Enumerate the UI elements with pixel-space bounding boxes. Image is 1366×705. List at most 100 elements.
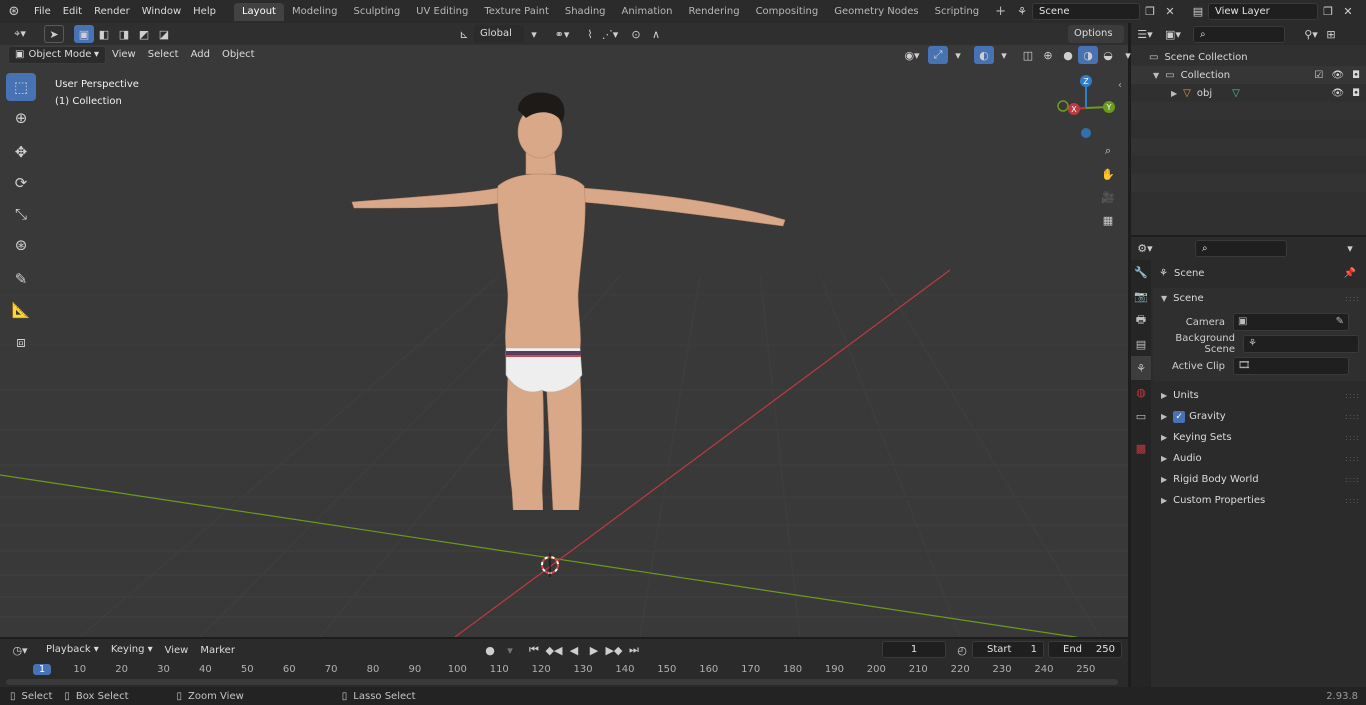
tab-scripting[interactable]: Scripting [927,3,987,21]
remove-view-layer-icon[interactable]: ✕ [1338,2,1358,20]
proportional-edit-icon[interactable]: ⊙ [626,25,646,43]
expand-arrow-icon[interactable]: ▶ [1171,89,1177,98]
human-model[interactable] [330,90,810,510]
drag-handle-icon[interactable]: :::: [1345,385,1360,406]
eyedropper-icon[interactable]: ✎ [1336,314,1344,330]
view-layer-tab-icon[interactable]: ▤ [1131,332,1151,356]
gizmo-toggle-icon[interactable]: ⤢ [928,46,948,64]
annotate-tool-icon[interactable]: ✎ [6,265,36,293]
tab-compositing[interactable]: Compositing [748,3,827,21]
menu-add[interactable]: Add [185,45,216,65]
chevron-down-icon[interactable]: ▾ [948,46,968,64]
select-new-icon[interactable]: ▣ [74,25,94,43]
scale-tool-icon[interactable]: ⤡ [6,200,36,228]
menu-select[interactable]: Select [142,45,185,65]
panel-rigid-body-world[interactable]: ▶ Rigid Body World :::: [1153,469,1366,490]
camera-render-icon[interactable]: ◘ [1352,70,1360,81]
background-scene-field[interactable]: ⚘ [1243,335,1359,353]
outliner-row-collection[interactable]: ▼ ▭ Collection ☑ 👁 ◘ [1131,66,1366,84]
timeline-ruler[interactable]: 1 10 20 30 40 50 60 70 80 90 100 110 120 130 140 150 160… [0,661,1128,687]
panel-keying-sets[interactable]: ▶ Keying Sets :::: [1153,427,1366,448]
properties-search-input[interactable]: ⌕ [1195,239,1287,257]
timeline-scrollbar[interactable] [6,679,1118,685]
navigation-gizmo[interactable]: Z Y X [1052,72,1122,142]
orientation-icon[interactable]: ⊾ [454,25,474,43]
camera-render-icon[interactable]: ◘ [1352,88,1360,99]
menu-file[interactable]: File [28,0,57,23]
play-icon[interactable]: ▶ [584,641,604,659]
select-intersect-icon[interactable]: ◪ [154,25,174,43]
play-reverse-icon[interactable]: ◀ [564,641,584,659]
menu-view[interactable]: View [106,45,142,65]
pin-icon[interactable]: 📌 [1344,268,1356,279]
measure-tool-icon[interactable]: 📐 [6,296,36,324]
render-tab-icon[interactable]: 📷 [1131,284,1151,308]
orientation-dropdown[interactable]: Global [474,25,524,43]
display-mode-icon[interactable]: ▣▾ [1163,25,1183,43]
zoom-icon[interactable]: ⌕ [1098,142,1118,160]
menu-timeline-view[interactable]: View [159,639,195,662]
pan-hand-icon[interactable]: ✋ [1098,165,1118,183]
end-frame-field[interactable]: End 250 [1048,641,1122,658]
properties-editor-icon[interactable]: ⚙▾ [1135,239,1155,257]
select-box-tool-icon[interactable]: ⬚ [6,73,36,101]
new-view-layer-icon[interactable]: ❐ [1318,2,1338,20]
menu-marker[interactable]: Marker [194,639,241,662]
menu-help[interactable]: Help [187,0,222,23]
proportional-falloff-icon[interactable]: ∧ [646,25,666,43]
eye-icon[interactable]: 👁 [1331,70,1344,81]
select-extend-icon[interactable]: ◧ [94,25,114,43]
current-frame-marker[interactable]: 1 [33,664,51,675]
editor-type-icon[interactable]: ⌖▾ [6,25,34,43]
select-subtract-icon[interactable]: ◨ [114,25,134,43]
move-tool-icon[interactable]: ✥ [6,138,36,166]
tab-rendering[interactable]: Rendering [680,3,747,21]
menu-keying[interactable]: Keying ▾ [104,641,159,659]
scene-name-field[interactable]: Scene [1032,2,1140,20]
scene-icon[interactable]: ⚘ [1012,2,1032,20]
panel-custom-properties[interactable]: ▶ Custom Properties :::: [1153,490,1366,511]
ortho-grid-icon[interactable]: ▦ [1098,211,1118,229]
add-cube-tool-icon[interactable]: ⧈ [6,328,36,356]
drag-handle-icon[interactable]: :::: [1345,469,1360,490]
add-workspace-icon[interactable]: + [987,3,1014,21]
tab-texture-paint[interactable]: Texture Paint [476,3,557,21]
chevron-down-icon[interactable]: ▾ [524,25,544,43]
drag-handle-icon[interactable]: :::: [1345,427,1360,448]
tool-tab-icon[interactable]: 🔧 [1131,260,1151,284]
cursor-tool-icon[interactable]: ⊕ [6,104,36,132]
camera-view-icon[interactable]: 🎥 [1098,188,1118,206]
jump-start-icon[interactable]: ⏮ [524,641,544,659]
camera-field[interactable]: ▣ ✎ [1233,313,1349,331]
new-collection-icon[interactable]: ⊞ [1321,25,1341,43]
gravity-checkbox[interactable]: ✓ [1173,410,1186,423]
tab-geometry-nodes[interactable]: Geometry Nodes [826,3,926,21]
preview-range-icon[interactable]: ◴ [952,641,972,659]
panel-gravity[interactable]: ▶ ✓ Gravity :::: [1153,406,1366,427]
3d-viewport[interactable] [0,45,1128,637]
panel-audio[interactable]: ▶ Audio :::: [1153,448,1366,469]
select-invert-icon[interactable]: ◩ [134,25,154,43]
scene-tab-icon[interactable]: ⚘ [1131,356,1151,380]
snap-target-icon[interactable]: ⋰▾ [600,25,620,43]
overlay-toggle-icon[interactable]: ◐ [974,46,994,64]
mode-dropdown[interactable]: ▣ Object Mode ▾ [8,46,106,64]
outliner-row-obj[interactable]: ▶ ▽ obj ▽ 👁 ◘ [1131,84,1366,102]
output-tab-icon[interactable]: 🖶 [1131,308,1151,332]
eye-icon[interactable]: 👁 [1331,88,1344,99]
outliner-editor-icon[interactable]: ☰▾ [1135,25,1155,43]
new-scene-icon[interactable]: ❐ [1140,2,1160,20]
tab-uv-editing[interactable]: UV Editing [408,3,476,21]
select-tool-icon[interactable]: ➤ [44,25,64,43]
visibility-icon[interactable]: ◉▾ [902,46,922,64]
chevron-down-icon[interactable]: ▾ [994,46,1014,64]
pivot-icon[interactable]: ⚭▾ [552,25,572,43]
collection-tab-icon[interactable]: ▭ [1131,404,1151,428]
chevron-down-icon[interactable]: ▾ [500,641,520,659]
filter-icon[interactable]: ⚲▾ [1301,25,1321,43]
outliner-search-input[interactable]: ⌕ [1193,25,1285,43]
xray-icon[interactable]: ◫ [1018,46,1038,64]
menu-playback[interactable]: Playback ▾ [40,641,105,659]
rendered-shading-icon[interactable]: ◒ [1098,46,1118,64]
menu-object[interactable]: Object [216,45,261,65]
